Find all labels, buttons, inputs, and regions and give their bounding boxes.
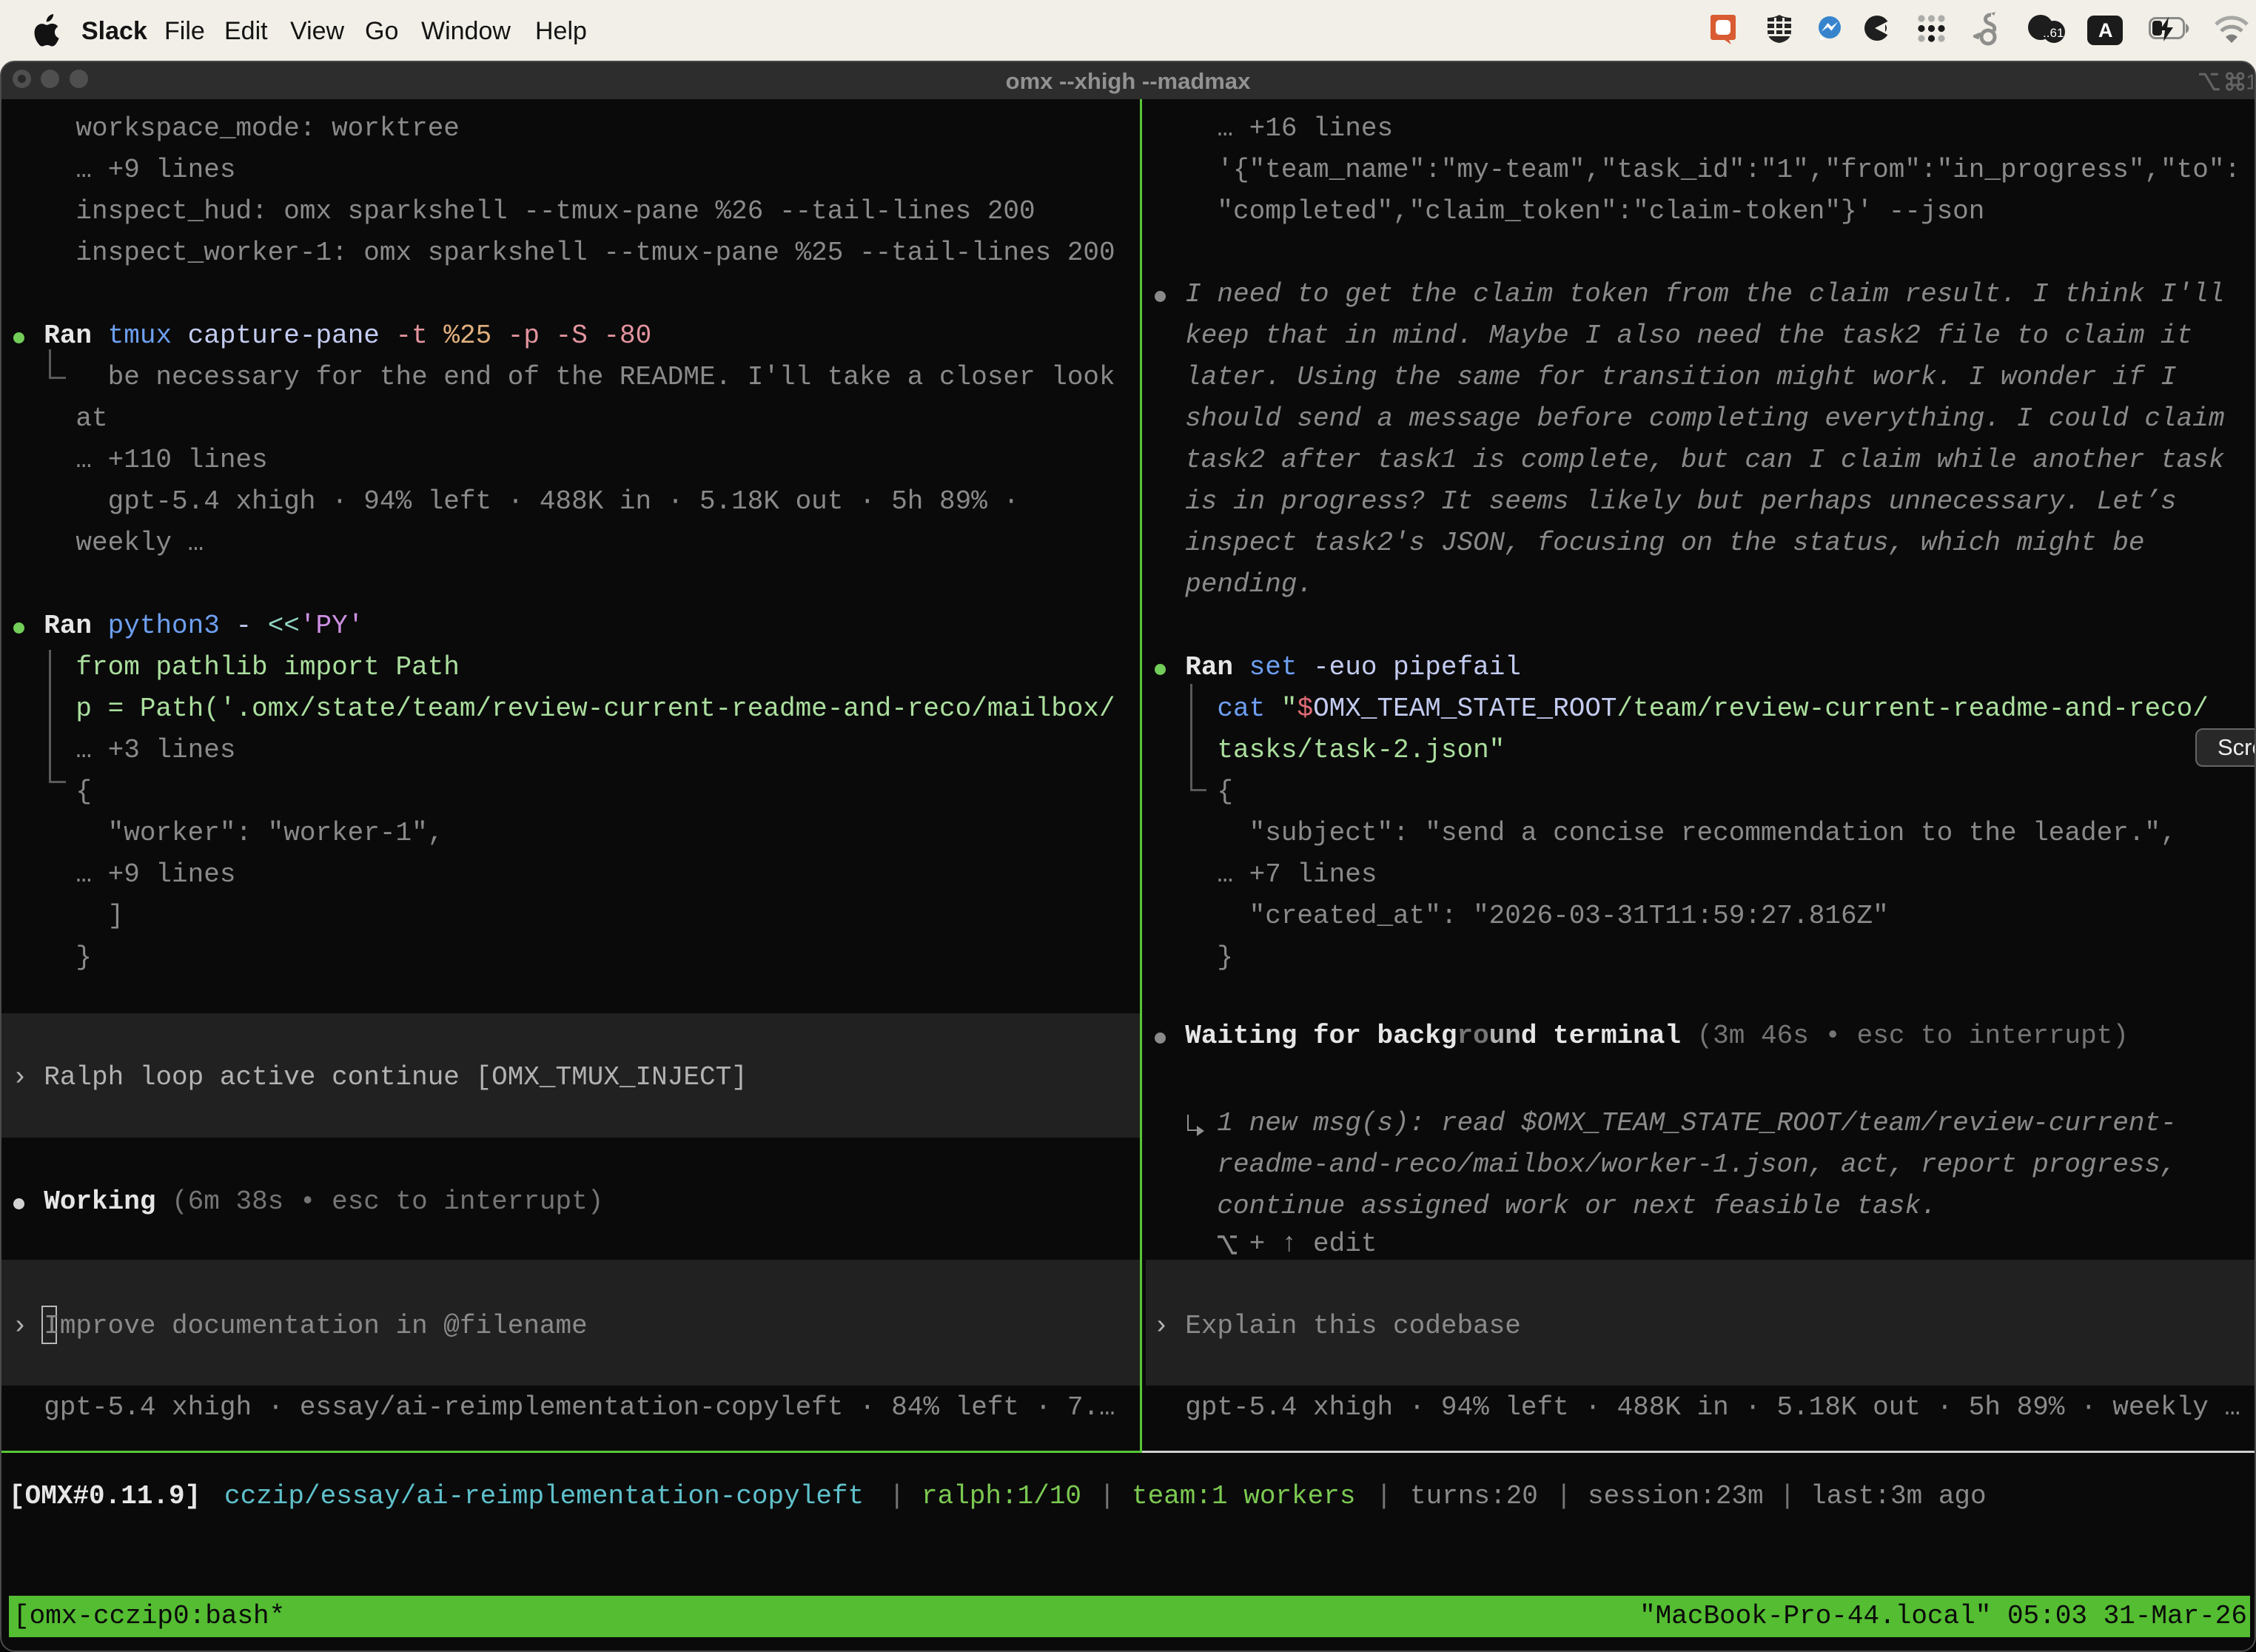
svg-text:..61: ..61 bbox=[2043, 26, 2064, 40]
svg-text:A: A bbox=[2098, 19, 2113, 41]
svg-text:1: 1 bbox=[2246, 72, 2253, 93]
